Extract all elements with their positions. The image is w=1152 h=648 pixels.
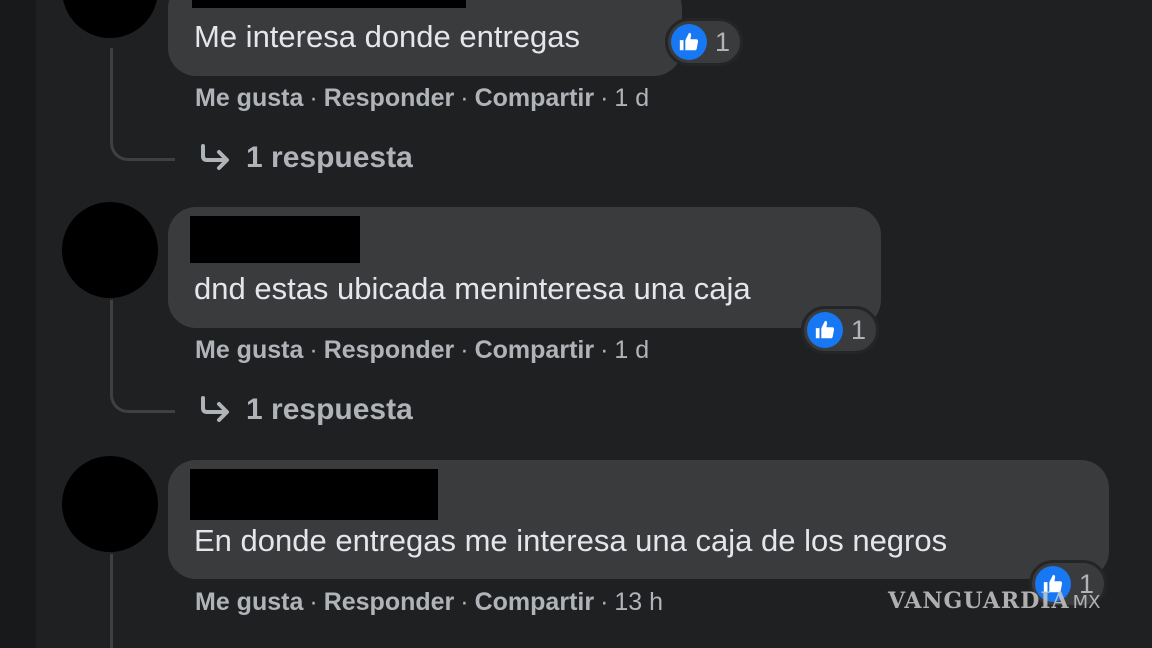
share-button[interactable]: Compartir <box>475 588 594 616</box>
like-button[interactable]: Me gusta <box>195 336 303 364</box>
separator: · <box>309 84 318 112</box>
comment-bubble: dnd estas ubicada meninteresa una caja <box>168 207 881 328</box>
avatar[interactable] <box>62 0 158 38</box>
avatar[interactable] <box>62 202 158 298</box>
replies-label: 1 respuesta <box>246 393 413 426</box>
reaction-summary[interactable]: 1 <box>801 306 880 354</box>
vanguardia-watermark: VANGUARDIA MX <box>888 590 1101 612</box>
comment-bubble: En donde entregas me interesa una caja d… <box>168 460 1109 579</box>
reply-arrow-icon <box>198 144 232 172</box>
reaction-count: 1 <box>715 26 731 57</box>
reaction-count: 1 <box>851 314 867 345</box>
separator: · <box>460 336 469 364</box>
separator: · <box>460 588 469 616</box>
author-name-redacted[interactable] <box>190 469 438 520</box>
like-thumbs-up-icon <box>671 24 707 60</box>
replies-label: 1 respuesta <box>246 141 413 174</box>
author-name-redacted[interactable] <box>192 0 466 8</box>
comment-actions: Me gusta · Responder · Compartir · 13 h <box>195 590 663 615</box>
comment-text: En donde entregas me interesa una caja d… <box>194 523 948 558</box>
share-button[interactable]: Compartir <box>475 336 594 364</box>
comment-text: Me interesa donde entregas <box>194 19 581 54</box>
separator: · <box>460 84 469 112</box>
comment-actions: Me gusta · Responder · Compartir · 1 d <box>195 86 649 111</box>
view-replies-link[interactable]: 1 respuesta <box>198 395 413 425</box>
view-replies-link[interactable]: 1 respuesta <box>198 143 413 173</box>
thread-connector <box>110 48 175 161</box>
separator: · <box>600 588 609 616</box>
comment-timestamp[interactable]: 1 d <box>614 336 649 364</box>
reply-button[interactable]: Responder <box>324 84 455 112</box>
separator: · <box>600 336 609 364</box>
watermark-sub: MX <box>1072 592 1101 613</box>
comment-actions: Me gusta · Responder · Compartir · 1 d <box>195 338 649 363</box>
thread-connector <box>110 554 113 648</box>
comment-text: dnd estas ubicada meninteresa una caja <box>194 271 751 306</box>
reply-arrow-icon <box>198 396 232 424</box>
reaction-summary[interactable]: 1 <box>665 18 744 66</box>
separator: · <box>309 588 318 616</box>
separator: · <box>309 336 318 364</box>
author-name-redacted[interactable] <box>190 216 360 263</box>
reply-button[interactable]: Responder <box>324 588 455 616</box>
avatar[interactable] <box>62 456 158 552</box>
comment-timestamp[interactable]: 13 h <box>614 588 663 616</box>
like-thumbs-up-icon <box>807 312 843 348</box>
left-gutter <box>0 0 36 648</box>
comment-bubble: Me interesa donde entregas <box>168 0 682 76</box>
share-button[interactable]: Compartir <box>475 84 594 112</box>
watermark-main: VANGUARDIA <box>888 588 1070 614</box>
comment-timestamp[interactable]: 1 d <box>614 84 649 112</box>
like-button[interactable]: Me gusta <box>195 84 303 112</box>
separator: · <box>600 84 609 112</box>
like-button[interactable]: Me gusta <box>195 588 303 616</box>
reply-button[interactable]: Responder <box>324 336 455 364</box>
thread-connector <box>110 300 175 413</box>
